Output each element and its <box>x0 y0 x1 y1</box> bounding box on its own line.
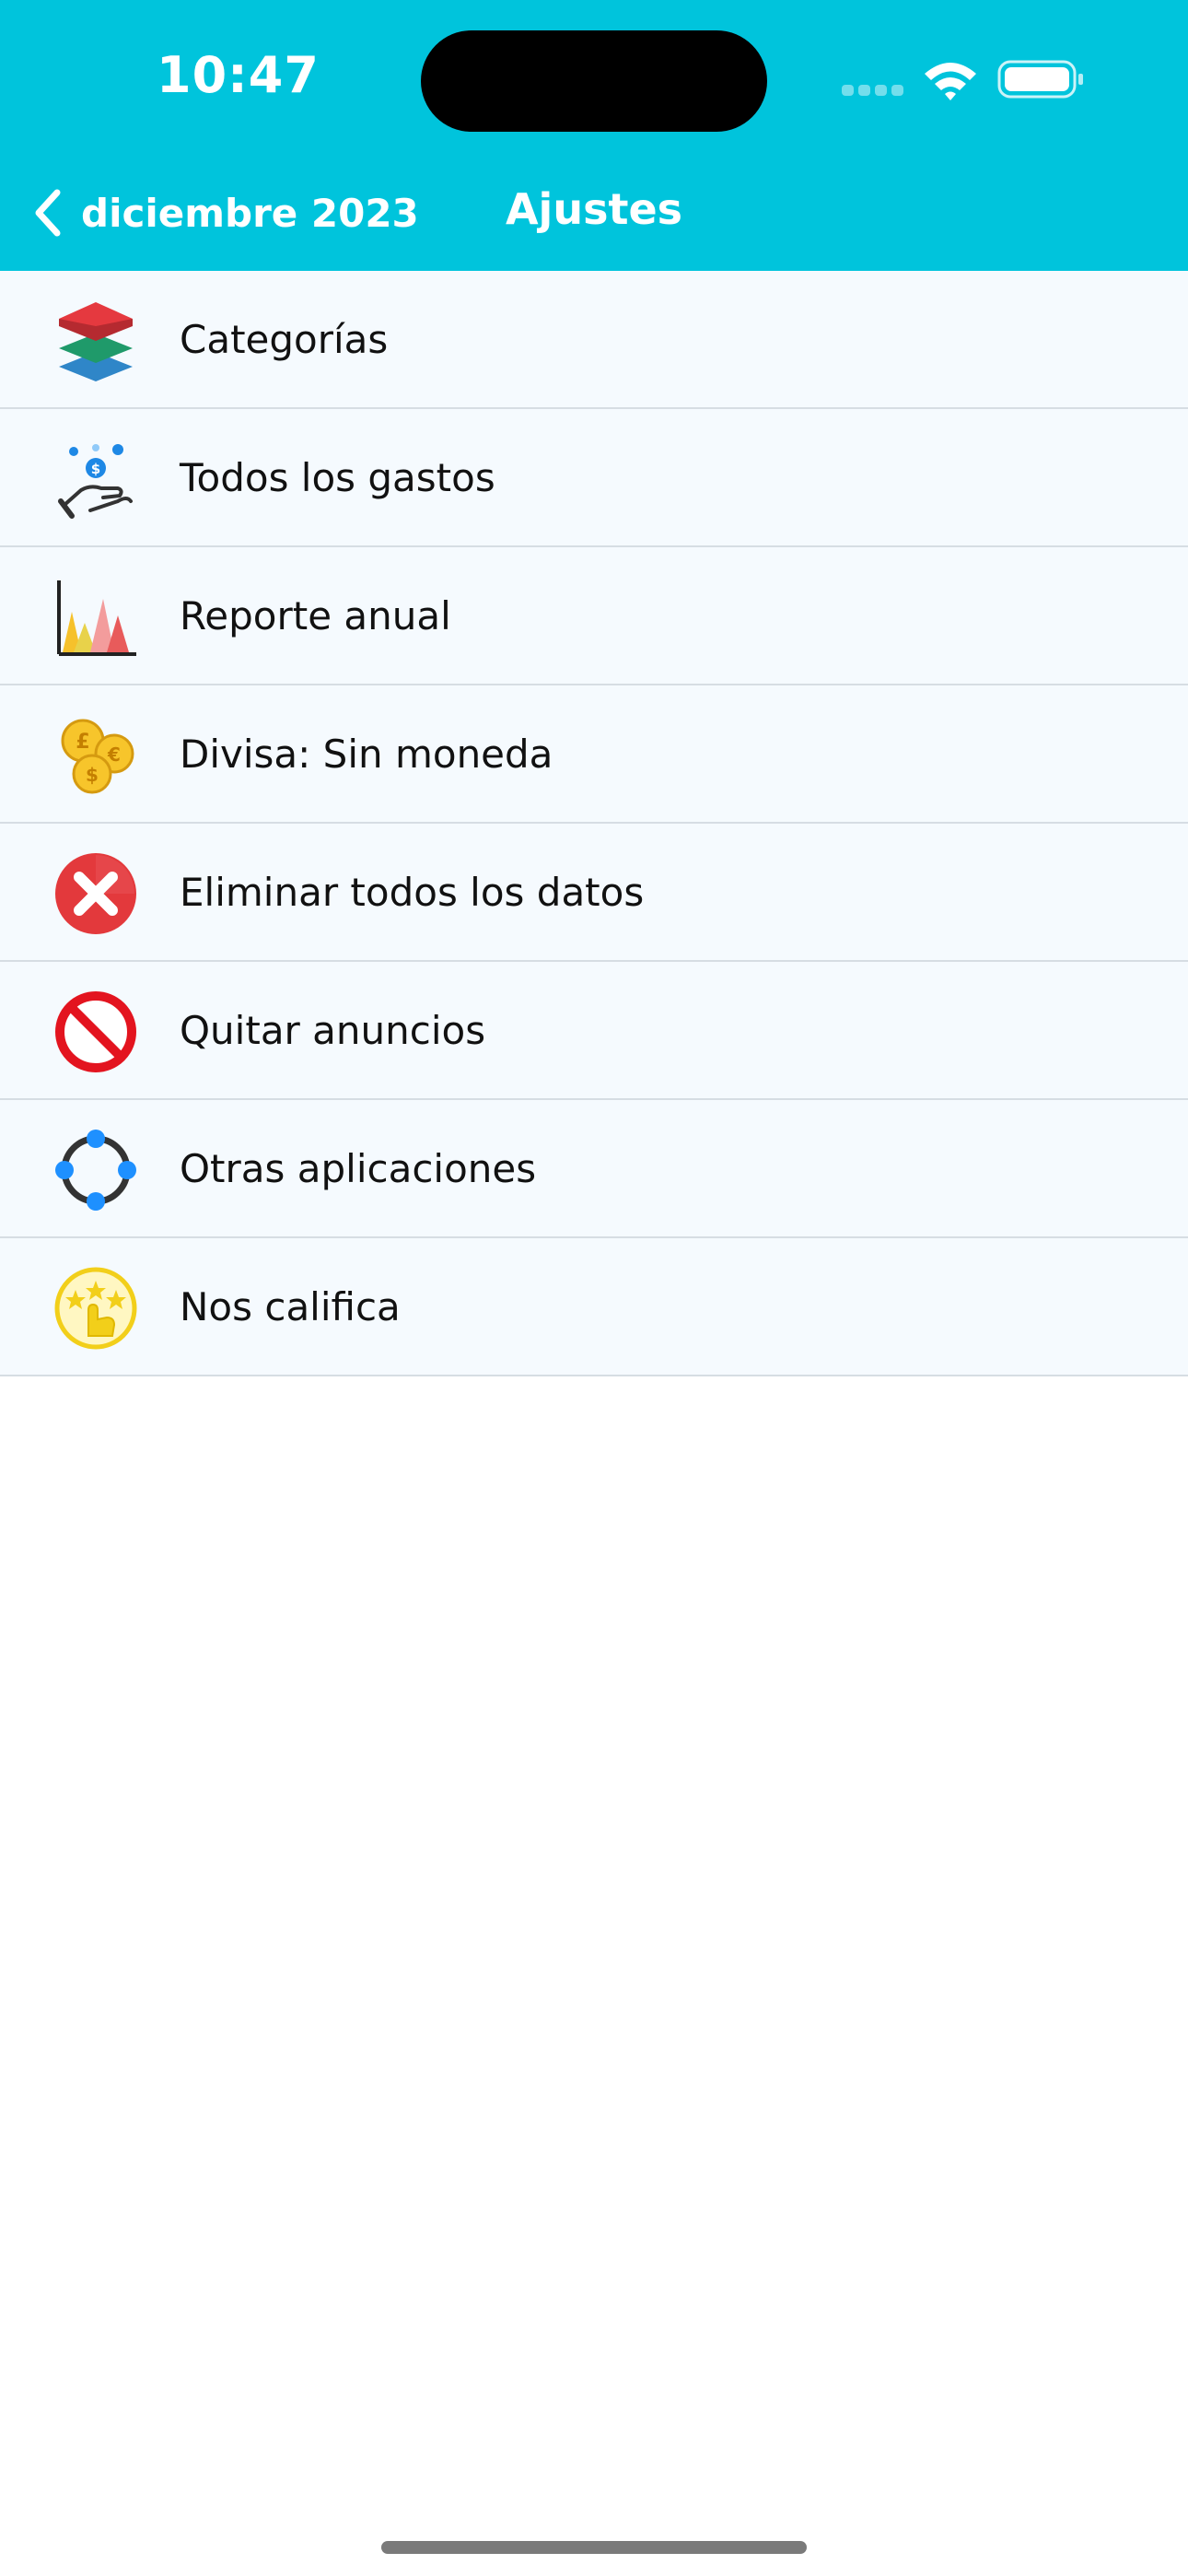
settings-item-label: Nos califica <box>180 1283 401 1329</box>
status-time: 10:47 <box>157 46 320 104</box>
header: 10:47 diciembre 2023 Ajustes <box>0 0 1188 271</box>
settings-item-eliminar-datos[interactable]: Eliminar todos los datos <box>0 824 1188 962</box>
hand-money-icon: $ <box>53 437 138 521</box>
chart-icon <box>53 575 138 660</box>
settings-item-reporte-anual[interactable]: Reporte anual <box>0 547 1188 685</box>
delete-icon <box>53 851 138 936</box>
svg-text:$: $ <box>86 764 99 786</box>
settings-item-nos-califica[interactable]: Nos califica <box>0 1238 1188 1376</box>
settings-item-label: Otras aplicaciones <box>180 1145 537 1191</box>
rate-icon <box>53 1266 138 1351</box>
settings-item-label: Categorías <box>180 316 389 362</box>
svg-text:£: £ <box>76 731 89 754</box>
settings-screen: 10:47 diciembre 2023 Ajustes Categorías … <box>0 0 1188 2576</box>
settings-item-label: Reporte anual <box>180 592 451 638</box>
svg-text:€: € <box>107 744 121 766</box>
settings-item-label: Quitar anuncios <box>180 1007 486 1053</box>
settings-item-categorias[interactable]: Categorías <box>0 271 1188 409</box>
settings-item-label: Eliminar todos los datos <box>180 869 645 915</box>
home-indicator[interactable] <box>381 2541 807 2554</box>
battery-icon <box>997 59 1086 100</box>
coins-icon: £ € $ <box>53 713 138 798</box>
settings-item-divisa[interactable]: £ € $ Divisa: Sin moneda <box>0 685 1188 824</box>
cellular-signal-icon <box>842 85 904 98</box>
settings-item-quitar-anuncios[interactable]: Quitar anuncios <box>0 962 1188 1100</box>
page-title: Ajustes <box>505 184 683 234</box>
settings-item-todos-los-gastos[interactable]: $ Todos los gastos <box>0 409 1188 547</box>
settings-list: Categorías $ Todos los gastos Reporte an… <box>0 271 1188 1376</box>
dynamic-island <box>421 30 767 132</box>
layers-icon <box>53 299 138 383</box>
settings-item-label: Divisa: Sin moneda <box>180 731 553 777</box>
settings-item-otras-aplicaciones[interactable]: Otras aplicaciones <box>0 1100 1188 1238</box>
no-ads-icon <box>53 989 138 1074</box>
settings-item-label: Todos los gastos <box>180 454 495 500</box>
wifi-icon <box>921 57 980 103</box>
apps-network-icon <box>53 1128 138 1212</box>
svg-text:$: $ <box>91 461 100 477</box>
